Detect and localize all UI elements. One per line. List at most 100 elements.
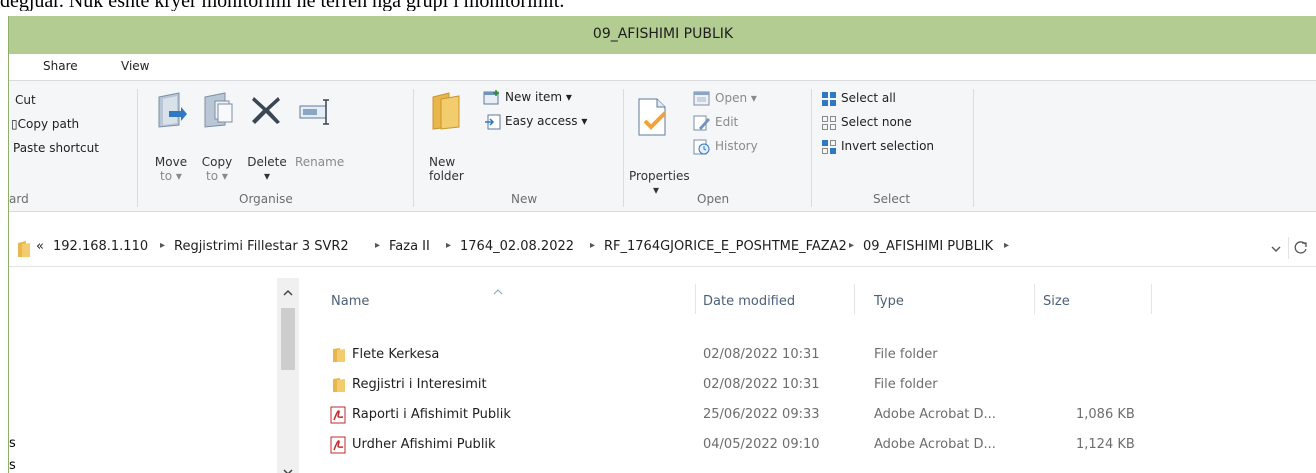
rename-button[interactable]: Rename — [295, 155, 344, 169]
paste-shortcut-button[interactable]: Paste shortcut — [13, 141, 99, 155]
ribbon-tabs: Share View — [9, 54, 1316, 81]
breadcrumb-chevron-icon[interactable]: ▸ — [375, 240, 380, 251]
pdf-icon — [330, 406, 348, 428]
navigation-pane[interactable]: s s — [9, 278, 277, 473]
breadcrumb-chevron-icon[interactable]: ▸ — [849, 240, 854, 251]
title-bar: 09_AFISHIMI PUBLIK — [9, 16, 1316, 54]
properties-dropdown-icon: ▾ — [652, 183, 660, 197]
breadcrumb-chevron-icon[interactable]: ▸ — [1004, 240, 1009, 251]
file-size: 1,086 KB — [1076, 407, 1135, 422]
copy-to-icon — [201, 91, 233, 133]
select-group-label: Select — [873, 192, 911, 206]
breadcrumb-chevron-icon[interactable]: ▸ — [446, 240, 451, 251]
tab-view[interactable]: View — [121, 59, 149, 73]
file-size: 1,124 KB — [1076, 437, 1135, 452]
breadcrumb-chevron-icon[interactable]: ▸ — [590, 240, 595, 251]
delete-button[interactable]: Delete ▾ — [243, 155, 291, 183]
file-type: Adobe Acrobat D... — [874, 407, 996, 422]
history-button[interactable]: History — [715, 139, 758, 153]
column-divider[interactable] — [854, 284, 855, 314]
easy-access-button[interactable]: Easy access ▾ — [505, 114, 587, 128]
history-icon — [693, 139, 711, 159]
file-name: Flete Kerkesa — [352, 347, 440, 362]
edit-icon — [693, 115, 711, 135]
new-item-button[interactable]: New item ▾ — [505, 90, 572, 104]
copy-path-button[interactable]: ▯Copy path — [11, 117, 79, 131]
file-date-modified: 04/05/2022 09:10 — [703, 437, 820, 452]
new-folder-label: New — [429, 155, 456, 169]
scroll-up-icon[interactable] — [283, 282, 293, 301]
group-divider — [137, 89, 138, 207]
new-group-label: New — [511, 192, 538, 206]
address-bar[interactable]: « 192.168.1.110 ▸ Regjistrimi Fillestar … — [9, 232, 1316, 267]
column-divider[interactable] — [695, 284, 696, 314]
copy-to-label-2: to ▾ — [206, 169, 228, 183]
select-all-button[interactable]: Select all — [841, 91, 896, 105]
copy-to-button[interactable]: Copy to ▾ — [199, 155, 235, 183]
column-header-date-modified[interactable]: Date modified — [703, 294, 795, 309]
file-row[interactable]: Flete Kerkesa 02/08/2022 10:31 File fold… — [329, 344, 1149, 366]
file-date-modified: 02/08/2022 10:31 — [703, 377, 820, 392]
scroll-down-icon[interactable] — [283, 461, 293, 473]
breadcrumb-segment[interactable]: 1764_02.08.2022 — [460, 239, 574, 254]
address-overflow[interactable]: « — [36, 239, 44, 254]
column-header-size[interactable]: Size — [1043, 294, 1070, 309]
clipboard-group-label: ard — [9, 192, 29, 206]
breadcrumb-chevron-icon[interactable]: ▸ — [160, 240, 165, 251]
delete-label: Delete — [247, 155, 287, 169]
folder-icon — [332, 377, 346, 397]
group-divider — [413, 89, 414, 207]
copy-path-label: Copy path — [17, 117, 80, 131]
cut-button[interactable]: Cut — [15, 93, 36, 107]
move-to-icon — [155, 91, 187, 133]
file-row[interactable]: Raporti i Afishimit Publik 25/06/2022 09… — [329, 404, 1149, 426]
tab-share[interactable]: Share — [43, 59, 78, 73]
copy-to-label: Copy — [201, 155, 233, 169]
column-header-type[interactable]: Type — [874, 294, 904, 309]
column-divider[interactable] — [1151, 284, 1152, 314]
invert-selection-button[interactable]: Invert selection — [841, 139, 934, 153]
file-row[interactable]: Urdher Afishimi Publik 04/05/2022 09:10 … — [329, 434, 1149, 456]
file-name: Urdher Afishimi Publik — [352, 437, 496, 452]
file-name: Raporti i Afishimit Publik — [352, 407, 511, 422]
edit-button[interactable]: Edit — [715, 115, 738, 129]
move-to-button[interactable]: Move to ▾ — [153, 155, 189, 183]
scrollbar-thumb[interactable] — [281, 308, 295, 370]
new-folder-button[interactable]: New folder — [429, 155, 464, 183]
breadcrumb-segment[interactable]: Faza II — [389, 239, 430, 254]
new-item-icon — [483, 90, 501, 110]
sort-ascending-icon — [493, 280, 503, 299]
delete-dropdown-icon: ▾ — [263, 169, 271, 183]
nav-scrollbar[interactable] — [277, 278, 299, 473]
file-explorer-window: 09_AFISHIMI PUBLIK Share View Cut ▯Copy … — [8, 16, 1316, 473]
chevron-down-icon[interactable] — [1270, 241, 1282, 260]
folder-icon — [17, 240, 31, 262]
column-header-name[interactable]: Name — [331, 294, 369, 309]
nav-item[interactable]: s — [9, 436, 16, 451]
organise-group-label: Organise — [239, 192, 293, 206]
properties-icon — [635, 97, 671, 141]
rename-icon — [299, 97, 333, 131]
easy-access-icon — [483, 114, 501, 134]
properties-button[interactable]: Properties ▾ — [629, 169, 690, 197]
properties-label: Properties — [629, 169, 690, 183]
file-date-modified: 25/06/2022 09:33 — [703, 407, 820, 422]
open-button[interactable]: Open ▾ — [715, 91, 757, 105]
address-divider — [1288, 237, 1289, 259]
content-area: s s Name Date modified Type Size Flete K… — [9, 278, 1316, 473]
breadcrumb-segment[interactable]: 192.168.1.110 — [53, 239, 148, 254]
file-name: Regjistri i Interesimit — [352, 377, 487, 392]
refresh-icon[interactable] — [1293, 240, 1309, 260]
file-row[interactable]: Regjistri i Interesimit 02/08/2022 10:31… — [329, 374, 1149, 396]
folder-icon — [332, 347, 346, 367]
breadcrumb-segment[interactable]: RF_1764GJORICE_E_POSHTME_FAZA2 — [604, 239, 847, 254]
select-none-button[interactable]: Select none — [841, 115, 912, 129]
document-text-line: dëgjuar. Nuk është kryer monitorimi në t… — [0, 0, 565, 11]
file-date-modified: 02/08/2022 10:31 — [703, 347, 820, 362]
open-group-label: Open — [697, 192, 730, 206]
breadcrumb-segment[interactable]: 09_AFISHIMI PUBLIK — [863, 239, 993, 254]
window-title: 09_AFISHIMI PUBLIK — [592, 26, 734, 42]
breadcrumb-segment[interactable]: Regjistrimi Fillestar 3 SVR2 — [174, 239, 349, 254]
nav-item[interactable]: s — [9, 458, 16, 473]
column-divider[interactable] — [1034, 284, 1035, 314]
